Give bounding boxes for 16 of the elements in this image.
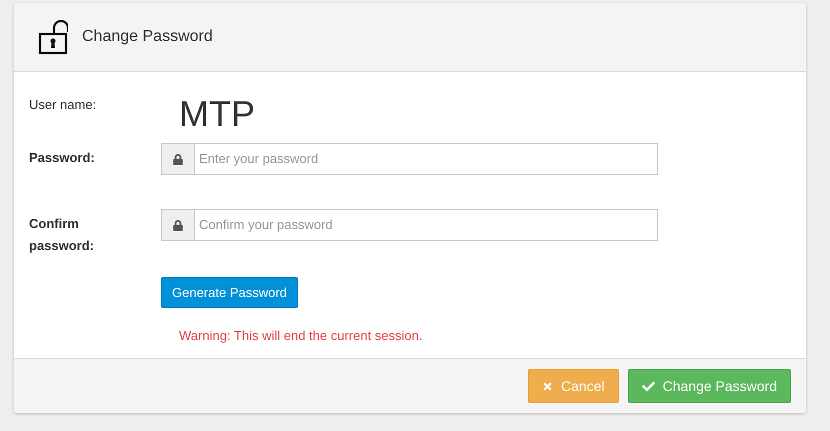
close-icon — [542, 380, 553, 392]
user-name-value: MTP — [179, 93, 255, 136]
cancel-button[interactable]: Cancel — [528, 369, 619, 403]
warning-text: Warning: This will end the current session. — [179, 328, 422, 343]
password-field[interactable]: Enter your password — [195, 143, 658, 175]
field-label: Password: — [29, 149, 96, 167]
dialog-title: Change Password — [82, 27, 213, 47]
change-password-button[interactable]: Change Password — [628, 369, 791, 403]
generate-password-button[interactable]: Generate Password — [161, 277, 298, 308]
lock-icon — [173, 220, 183, 230]
check-icon — [642, 380, 655, 392]
unlock-icon — [38, 19, 68, 55]
user-name-label: User name: — [29, 96, 98, 114]
password-field[interactable]: Confirm your password — [195, 209, 658, 241]
lock-icon — [173, 154, 183, 164]
field-label: Confirm password: — [29, 215, 96, 255]
